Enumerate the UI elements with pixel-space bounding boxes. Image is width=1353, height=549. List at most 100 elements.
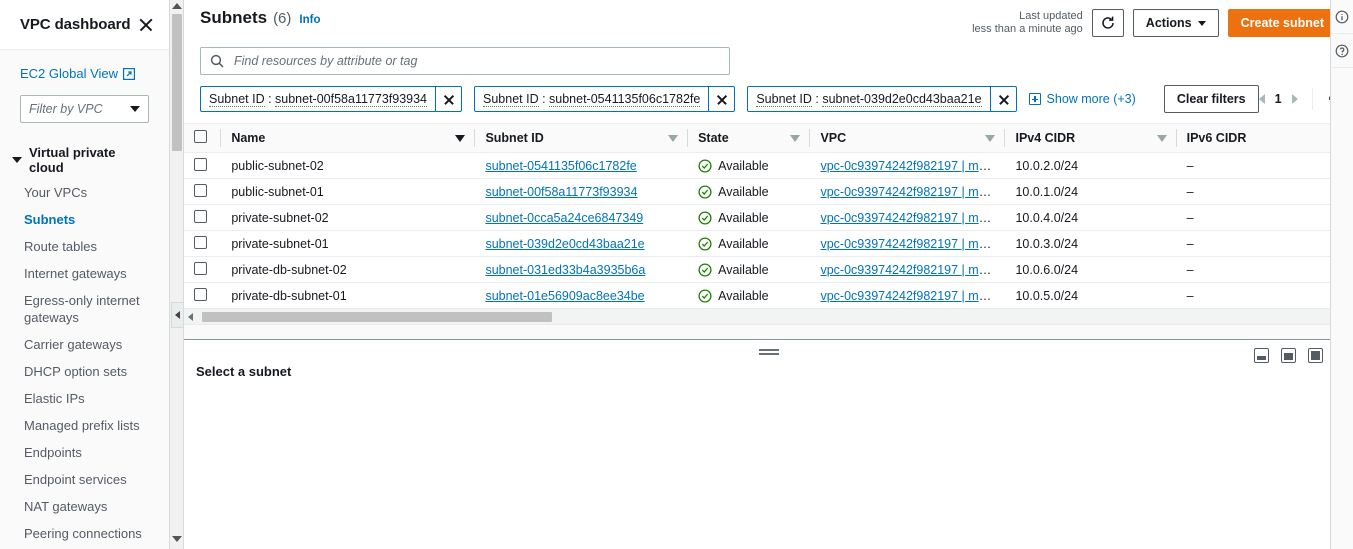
- subnet-id-link[interactable]: subnet-0541135f06c1782fe: [485, 159, 636, 173]
- info-link[interactable]: Info: [299, 14, 320, 26]
- cell-vpc: vpc-0c93974242f982197 | my-…: [810, 152, 1006, 179]
- sort-arrow-icon[interactable]: [985, 134, 996, 142]
- clear-filters-button[interactable]: Clear filters: [1163, 85, 1259, 113]
- sidebar-collapse-button[interactable]: [171, 302, 184, 328]
- row-checkbox[interactable]: [194, 287, 207, 301]
- vpc-link[interactable]: vpc-0c93974242f982197 | my-…: [820, 211, 1001, 225]
- table-row[interactable]: public-subnet-02 subnet-0541135f06c1782fe…: [184, 152, 1353, 179]
- cell-subnet-id: subnet-039d2e0cd43baa21e: [475, 230, 689, 257]
- sidebar-item-carrier-gateways[interactable]: Carrier gateways: [0, 331, 169, 358]
- subnet-id-link[interactable]: subnet-01e56909ac8ee34be: [485, 289, 644, 303]
- info-icon[interactable]: [1331, 0, 1353, 34]
- remove-filter-icon[interactable]: [435, 87, 461, 111]
- table-row[interactable]: private-subnet-01 subnet-039d2e0cd43baa21…: [184, 230, 1353, 257]
- sidebar-item-egress-only-internet-gateways[interactable]: Egress-only internet gateways: [0, 287, 169, 331]
- search-box[interactable]: [200, 47, 730, 75]
- ec2-global-view-link[interactable]: EC2 Global View: [0, 66, 169, 81]
- cell-name: private-db-subnet-01: [221, 282, 476, 309]
- chevron-down-icon: [130, 106, 140, 112]
- sort-arrow-icon[interactable]: [668, 134, 679, 142]
- column-header-ipv4-cidr[interactable]: IPv4 CIDR: [1005, 124, 1177, 153]
- search-input[interactable]: [232, 53, 720, 69]
- filter-token-key: Subnet ID: [756, 91, 812, 107]
- column-header-vpc[interactable]: VPC: [810, 124, 1006, 153]
- panel-bottom-small-icon[interactable]: [1254, 348, 1269, 363]
- close-icon[interactable]: [137, 16, 155, 34]
- vpc-link[interactable]: vpc-0c93974242f982197 | my-…: [820, 159, 1001, 173]
- vpc-link[interactable]: vpc-0c93974242f982197 | my-…: [820, 185, 1001, 199]
- panel-bottom-medium-icon[interactable]: [1281, 348, 1296, 363]
- column-header-subnet-id[interactable]: Subnet ID: [475, 124, 689, 153]
- header-actions: Last updated less than a minute ago Acti…: [972, 8, 1337, 37]
- panel-bottom-large-icon[interactable]: [1308, 348, 1323, 363]
- vpc-link[interactable]: vpc-0c93974242f982197 | my-…: [820, 289, 1001, 303]
- table-row[interactable]: public-subnet-01 subnet-00f58a11773f93934…: [184, 178, 1353, 205]
- subnet-id-link[interactable]: subnet-039d2e0cd43baa21e: [485, 237, 644, 251]
- scroll-left-icon[interactable]: [188, 313, 193, 321]
- cell-vpc: vpc-0c93974242f982197 | my-…: [810, 178, 1006, 205]
- column-header-ipv6-cidr[interactable]: IPv6 CIDR: [1176, 124, 1353, 153]
- remove-filter-icon[interactable]: [708, 87, 734, 111]
- cell-ipv4-cidr: 10.0.2.0/24: [1005, 152, 1177, 179]
- refresh-button[interactable]: [1091, 9, 1124, 37]
- sidebar-item-route-tables[interactable]: Route tables: [0, 233, 169, 260]
- sidebar-item-endpoints[interactable]: Endpoints: [0, 439, 169, 466]
- help-icon[interactable]: [1331, 34, 1353, 68]
- table-row[interactable]: private-db-subnet-01 subnet-01e56909ac8ee…: [184, 282, 1353, 309]
- sidebar-item-elastic-ips[interactable]: Elastic IPs: [0, 385, 169, 412]
- subnet-id-link[interactable]: subnet-031ed33b4a3935b6a: [485, 263, 645, 277]
- scroll-down-icon[interactable]: [172, 536, 182, 542]
- vpc-filter-select[interactable]: Filter by VPC: [20, 95, 149, 123]
- row-checkbox[interactable]: [194, 157, 207, 171]
- remove-filter-icon[interactable]: [989, 87, 1016, 111]
- row-checkbox[interactable]: [194, 209, 207, 223]
- column-header-state[interactable]: State: [688, 124, 811, 153]
- vpc-link[interactable]: vpc-0c93974242f982197 | my-…: [820, 237, 1001, 251]
- sidebar-item-nat-gateways[interactable]: NAT gateways: [0, 493, 169, 520]
- sidebar-item-dhcp-option-sets[interactable]: DHCP option sets: [0, 358, 169, 385]
- sort-arrow-icon[interactable]: [790, 134, 801, 142]
- table-row[interactable]: private-db-subnet-02 subnet-031ed33b4a393…: [184, 256, 1353, 283]
- create-subnet-button[interactable]: Create subnet: [1227, 9, 1337, 37]
- sidebar-item-your-vpcs[interactable]: Your VPCs: [0, 179, 169, 206]
- status-available-icon: [698, 262, 712, 277]
- table-row[interactable]: private-subnet-02 subnet-0cca5a24ce684734…: [184, 204, 1353, 231]
- sort-arrow-icon[interactable]: [455, 134, 466, 142]
- column-header-name[interactable]: Name: [221, 124, 476, 153]
- page-title: Subnets (6) Info: [200, 8, 320, 28]
- chevron-left-icon[interactable]: [1258, 94, 1265, 104]
- column-header-label: IPv6 CIDR: [1186, 131, 1247, 145]
- actions-button[interactable]: Actions: [1132, 9, 1219, 37]
- row-checkbox[interactable]: [194, 235, 207, 249]
- split-panel: Select a subnet: [184, 339, 1353, 549]
- sort-arrow-icon[interactable]: [1156, 134, 1167, 142]
- select-all-checkbox[interactable]: [194, 130, 207, 143]
- scrollbar-thumb[interactable]: [202, 312, 552, 322]
- subnet-id-link[interactable]: subnet-0cca5a24ce6847349: [485, 211, 643, 225]
- show-more-filters-button[interactable]: Show more (+3): [1028, 92, 1136, 106]
- sidebar-item-managed-prefix-lists[interactable]: Managed prefix lists: [0, 412, 169, 439]
- sidebar-item-subnets[interactable]: Subnets: [0, 206, 169, 233]
- row-select-cell: [184, 152, 222, 179]
- sidebar-scrollbar[interactable]: [170, 0, 184, 549]
- table-footer: [184, 325, 1353, 339]
- row-checkbox[interactable]: [194, 261, 207, 275]
- table-horizontal-scrollbar[interactable]: [184, 309, 1353, 325]
- sidebar: VPC dashboard EC2 Global View Filter by …: [0, 0, 170, 549]
- vpc-link[interactable]: vpc-0c93974242f982197 | my-…: [820, 263, 1001, 277]
- page-number[interactable]: 1: [1275, 92, 1282, 106]
- scrollbar-thumb[interactable]: [172, 14, 182, 151]
- drag-handle-icon[interactable]: [758, 349, 779, 355]
- sidebar-item-internet-gateways[interactable]: Internet gateways: [0, 260, 169, 287]
- filter-token[interactable]: Subnet ID : subnet-0541135f06c1782fe: [474, 86, 736, 112]
- chevron-right-icon[interactable]: [1291, 94, 1298, 104]
- filter-token[interactable]: Subnet ID : subnet-00f58a11773f93934: [200, 86, 463, 112]
- scroll-up-icon[interactable]: [171, 3, 182, 9]
- row-checkbox[interactable]: [194, 183, 207, 197]
- sidebar-item-endpoint-services[interactable]: Endpoint services: [0, 466, 169, 493]
- column-header-label: Name: [231, 131, 266, 145]
- sidebar-group-virtual-private-cloud[interactable]: Virtual private cloud: [0, 141, 169, 179]
- filter-token[interactable]: Subnet ID : subnet-039d2e0cd43baa21e: [747, 86, 1017, 112]
- subnet-id-link[interactable]: subnet-00f58a11773f93934: [485, 185, 637, 199]
- sidebar-item-peering-connections[interactable]: Peering connections: [0, 520, 169, 547]
